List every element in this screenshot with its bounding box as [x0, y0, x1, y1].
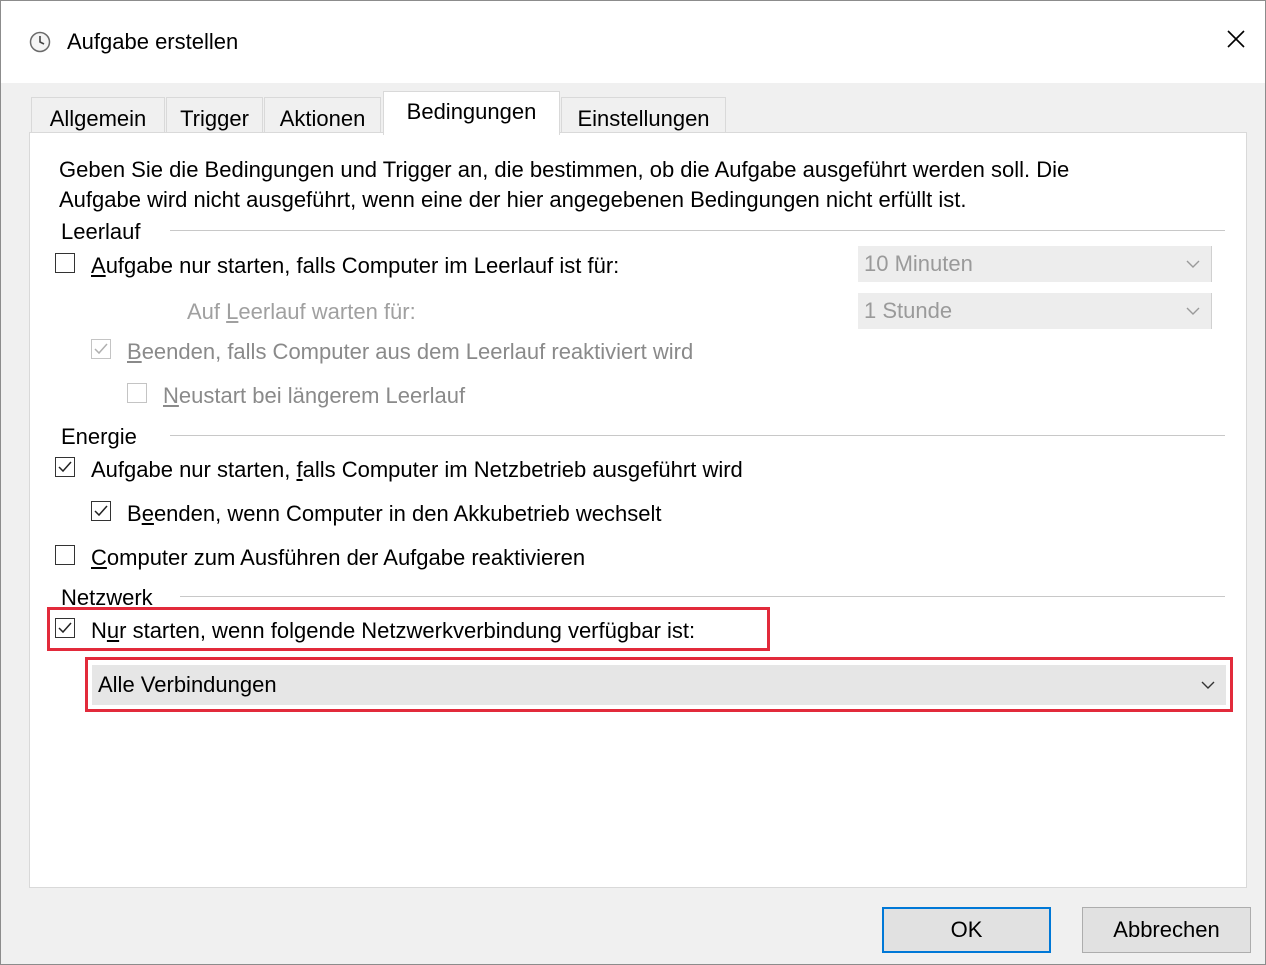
wait-duration-combo[interactable]: 1 Stunde — [858, 293, 1212, 329]
tab-einstellungen[interactable]: Einstellungen — [561, 97, 726, 133]
require-network-label[interactable]: Nur starten, wenn folgende Netzwerkverbi… — [91, 618, 695, 644]
chevron-down-icon — [1183, 246, 1203, 282]
checkmark-icon — [58, 461, 72, 473]
wait-for-idle-label: Auf Leerlauf warten für: — [187, 299, 416, 324]
tab-trigger[interactable]: Trigger — [166, 97, 263, 133]
checkmark-icon — [94, 343, 108, 355]
intro-text-line-1: Geben Sie die Bedingungen und Trigger an… — [59, 157, 1070, 182]
checkmark-icon — [94, 505, 108, 517]
wake-computer-checkbox[interactable] — [55, 545, 75, 565]
wake-computer-label[interactable]: Computer zum Ausführen der Aufgabe reakt… — [91, 545, 585, 571]
close-button[interactable] — [1207, 15, 1265, 67]
start-if-idle-label[interactable]: Aufgabe nur starten, falls Computer im L… — [91, 253, 619, 279]
network-connection-combo[interactable]: Alle Verbindungen — [92, 665, 1226, 705]
network-connection-value: Alle Verbindungen — [98, 672, 277, 697]
power-section-divider — [170, 435, 1225, 436]
stop-on-battery-label[interactable]: Beenden, wenn Computer in den Akkubetrie… — [127, 501, 661, 527]
require-network-checkbox[interactable] — [55, 618, 75, 638]
restart-on-idle-checkbox[interactable] — [127, 383, 147, 403]
tab-aktionen[interactable]: Aktionen — [264, 97, 381, 133]
intro-text-line-2: Aufgabe wird nicht ausgeführt, wenn eine… — [59, 187, 967, 212]
title-bar: Aufgabe erstellen — [1, 1, 1265, 83]
stop-on-resume-label[interactable]: Beenden, falls Computer aus dem Leerlauf… — [127, 339, 693, 365]
idle-duration-value: 10 Minuten — [864, 251, 973, 276]
tab-bedingungen[interactable]: Bedingungen — [383, 91, 560, 135]
stop-on-resume-checkbox[interactable] — [91, 339, 111, 359]
chevron-down-icon — [1198, 665, 1218, 705]
restart-on-idle-label[interactable]: Neustart bei längerem Leerlauf — [163, 383, 465, 409]
network-section-divider — [180, 596, 1225, 597]
clock-icon — [29, 31, 51, 53]
tab-allgemein[interactable]: Allgemein — [31, 97, 165, 133]
checkmark-icon — [58, 622, 72, 634]
idle-section-divider — [170, 230, 1225, 231]
ok-button[interactable]: OK — [882, 907, 1051, 953]
cancel-button[interactable]: Abbrechen — [1082, 907, 1251, 953]
network-section-heading: Netzwerk — [61, 585, 153, 610]
ac-only-label[interactable]: Aufgabe nur starten, falls Computer im N… — [91, 457, 743, 483]
power-section-heading: Energie — [61, 424, 137, 449]
conditions-panel: Geben Sie die Bedingungen und Trigger an… — [29, 132, 1247, 888]
wait-duration-value: 1 Stunde — [864, 298, 953, 323]
idle-section-heading: Leerlauf — [61, 219, 141, 244]
start-if-idle-checkbox[interactable] — [55, 253, 75, 273]
idle-duration-combo[interactable]: 10 Minuten — [858, 246, 1212, 282]
ac-only-checkbox[interactable] — [55, 457, 75, 477]
dialog-window: Aufgabe erstellen Allgemein Trigger Akti… — [0, 0, 1266, 965]
stop-on-battery-checkbox[interactable] — [91, 501, 111, 521]
chevron-down-icon — [1183, 293, 1203, 329]
window-title: Aufgabe erstellen — [67, 29, 239, 54]
close-icon — [1226, 29, 1246, 54]
